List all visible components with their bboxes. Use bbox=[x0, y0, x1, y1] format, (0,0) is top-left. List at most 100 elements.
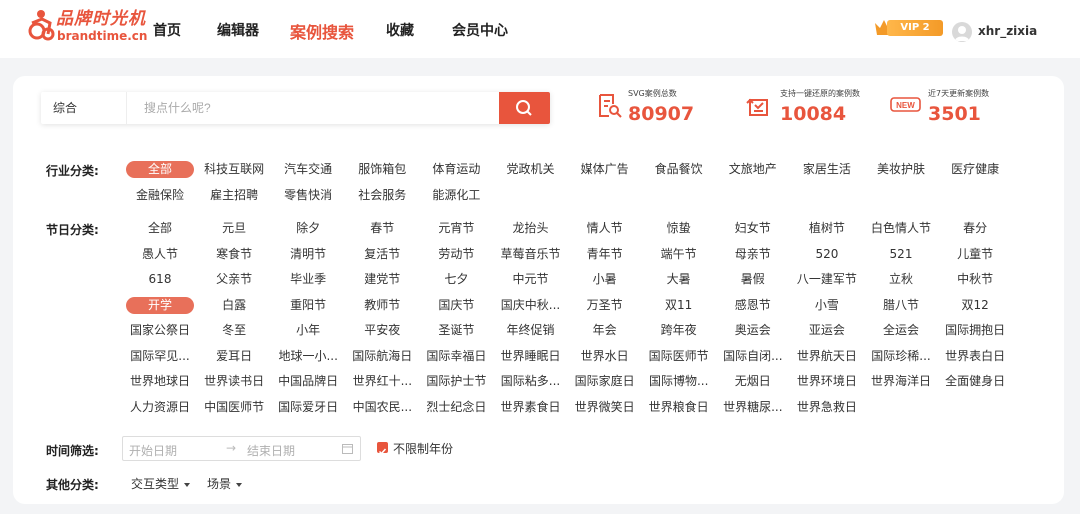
filter-tag[interactable]: 白色情人节 bbox=[865, 220, 937, 237]
filter-tag[interactable]: 全运会 bbox=[865, 322, 937, 339]
filter-tag[interactable]: 双11 bbox=[643, 297, 715, 314]
filter-tag[interactable]: 零售快消 bbox=[272, 187, 344, 204]
filter-tag[interactable]: 春分 bbox=[939, 220, 1011, 237]
filter-tag[interactable]: 中国农民... bbox=[346, 399, 418, 416]
filter-tag[interactable]: 腊八节 bbox=[865, 297, 937, 314]
nav-favorites[interactable]: 收藏 bbox=[386, 20, 414, 40]
date-range-picker[interactable]: 开始日期 → 结束日期 bbox=[122, 436, 361, 461]
filter-tag[interactable]: 社会服务 bbox=[346, 187, 418, 204]
filter-tag[interactable]: 双12 bbox=[939, 297, 1011, 314]
filter-tag[interactable]: 劳动节 bbox=[420, 246, 492, 263]
nav-editor[interactable]: 编辑器 bbox=[217, 20, 259, 40]
filter-tag[interactable]: 世界睡眠日 bbox=[495, 348, 567, 365]
filter-tag[interactable]: 春节 bbox=[346, 220, 418, 237]
filter-tag[interactable]: 大暑 bbox=[643, 271, 715, 288]
filter-tag[interactable]: 地球一小... bbox=[272, 348, 344, 365]
unlimited-year-label[interactable]: 不限制年份 bbox=[393, 440, 453, 457]
filter-tag[interactable]: 全部 bbox=[126, 161, 194, 178]
filter-tag[interactable]: 世界糖尿... bbox=[717, 399, 789, 416]
interaction-type-dropdown[interactable]: 交互类型 bbox=[131, 475, 191, 492]
nav-case-search[interactable]: 案例搜索 bbox=[290, 19, 354, 43]
filter-tag[interactable]: 暑假 bbox=[717, 271, 789, 288]
filter-tag[interactable]: 平安夜 bbox=[346, 322, 418, 339]
filter-tag[interactable]: 七夕 bbox=[420, 271, 492, 288]
filter-tag[interactable]: 世界海洋日 bbox=[865, 373, 937, 390]
filter-tag[interactable]: 国际珍稀... bbox=[865, 348, 937, 365]
filter-tag[interactable]: 中国品牌日 bbox=[272, 373, 344, 390]
filter-tag[interactable]: 国际自闭... bbox=[717, 348, 789, 365]
filter-tag[interactable]: 国际博物... bbox=[643, 373, 715, 390]
filter-tag[interactable]: 国际医师节 bbox=[643, 348, 715, 365]
filter-tag[interactable]: 端午节 bbox=[643, 246, 715, 263]
filter-tag[interactable]: 金融保险 bbox=[124, 187, 196, 204]
filter-tag[interactable]: 教师节 bbox=[346, 297, 418, 314]
filter-tag[interactable]: 世界水日 bbox=[569, 348, 641, 365]
filter-tag[interactable]: 元旦 bbox=[198, 220, 270, 237]
filter-tag[interactable]: 无烟日 bbox=[717, 373, 789, 390]
filter-tag[interactable]: 愚人节 bbox=[124, 246, 196, 263]
filter-tag[interactable]: 建党节 bbox=[346, 271, 418, 288]
filter-tag[interactable]: 世界地球日 bbox=[124, 373, 196, 390]
filter-tag[interactable]: 立秋 bbox=[865, 271, 937, 288]
filter-tag[interactable]: 国庆节 bbox=[420, 297, 492, 314]
filter-tag[interactable]: 爱耳日 bbox=[198, 348, 270, 365]
vip-badge[interactable]: VIP 2 bbox=[873, 18, 944, 38]
filter-tag[interactable]: 跨年夜 bbox=[643, 322, 715, 339]
filter-tag[interactable]: 食品餐饮 bbox=[643, 161, 715, 178]
filter-tag[interactable]: 白露 bbox=[198, 297, 270, 314]
filter-tag[interactable]: 青年节 bbox=[569, 246, 641, 263]
filter-tag[interactable]: 父亲节 bbox=[198, 271, 270, 288]
filter-tag[interactable]: 文旅地产 bbox=[717, 161, 789, 178]
filter-tag[interactable]: 万圣节 bbox=[569, 297, 641, 314]
filter-tag[interactable]: 能源化工 bbox=[420, 187, 492, 204]
filter-tag[interactable]: 小年 bbox=[272, 322, 344, 339]
username[interactable]: xhr_zixia bbox=[978, 24, 1037, 38]
filter-tag[interactable]: 世界表白日 bbox=[939, 348, 1011, 365]
end-date-field[interactable]: 结束日期 bbox=[247, 442, 295, 459]
filter-tag[interactable]: 世界急救日 bbox=[791, 399, 863, 416]
filter-tag[interactable]: 国际爱牙日 bbox=[272, 399, 344, 416]
filter-tag[interactable]: 全部 bbox=[124, 220, 196, 237]
filter-tag[interactable]: 党政机关 bbox=[495, 161, 567, 178]
filter-tag[interactable]: 龙抬头 bbox=[495, 220, 567, 237]
filter-tag[interactable]: 中国医师节 bbox=[198, 399, 270, 416]
nav-home[interactable]: 首页 bbox=[153, 20, 181, 40]
filter-tag[interactable]: 感恩节 bbox=[717, 297, 789, 314]
filter-tag[interactable]: 全面健身日 bbox=[939, 373, 1011, 390]
filter-tag[interactable]: 国际粘多... bbox=[495, 373, 567, 390]
filter-tag[interactable]: 国际航海日 bbox=[346, 348, 418, 365]
search-button[interactable] bbox=[499, 92, 550, 124]
filter-tag[interactable]: 世界粮食日 bbox=[643, 399, 715, 416]
filter-tag[interactable]: 复活节 bbox=[346, 246, 418, 263]
filter-tag[interactable]: 国际罕见... bbox=[124, 348, 196, 365]
filter-tag[interactable]: 医疗健康 bbox=[939, 161, 1011, 178]
filter-tag[interactable]: 小暑 bbox=[569, 271, 641, 288]
filter-tag[interactable]: 国庆中秋... bbox=[495, 297, 567, 314]
filter-tag[interactable]: 国家公祭日 bbox=[124, 322, 196, 339]
filter-tag[interactable]: 草莓音乐节 bbox=[495, 246, 567, 263]
filter-tag[interactable]: 世界读书日 bbox=[198, 373, 270, 390]
filter-tag[interactable]: 世界环境日 bbox=[791, 373, 863, 390]
filter-tag[interactable]: 毕业季 bbox=[272, 271, 344, 288]
filter-tag[interactable]: 雇主招聘 bbox=[198, 187, 270, 204]
filter-tag[interactable]: 国际幸福日 bbox=[420, 348, 492, 365]
filter-tag[interactable]: 媒体广告 bbox=[569, 161, 641, 178]
filter-tag[interactable]: 清明节 bbox=[272, 246, 344, 263]
filter-tag[interactable]: 奥运会 bbox=[717, 322, 789, 339]
scene-dropdown[interactable]: 场景 bbox=[207, 475, 243, 492]
filter-tag[interactable]: 惊蛰 bbox=[643, 220, 715, 237]
filter-tag[interactable]: 世界红十... bbox=[346, 373, 418, 390]
search-input[interactable] bbox=[128, 92, 498, 124]
filter-tag[interactable]: 妇女节 bbox=[717, 220, 789, 237]
filter-tag[interactable]: 汽车交通 bbox=[272, 161, 344, 178]
filter-tag[interactable]: 儿童节 bbox=[939, 246, 1011, 263]
filter-tag[interactable]: 八一建军节 bbox=[791, 271, 863, 288]
brand-logo[interactable]: 品牌时光机 brandtime.cn bbox=[28, 9, 147, 45]
filter-tag[interactable]: 开学 bbox=[126, 296, 194, 314]
search-type-select[interactable]: 综合 bbox=[41, 92, 127, 124]
filter-tag[interactable]: 人力资源日 bbox=[124, 399, 196, 416]
filter-tag[interactable]: 中元节 bbox=[495, 271, 567, 288]
filter-tag[interactable]: 植树节 bbox=[791, 220, 863, 237]
filter-tag[interactable]: 年会 bbox=[569, 322, 641, 339]
filter-tag[interactable]: 重阳节 bbox=[272, 297, 344, 314]
